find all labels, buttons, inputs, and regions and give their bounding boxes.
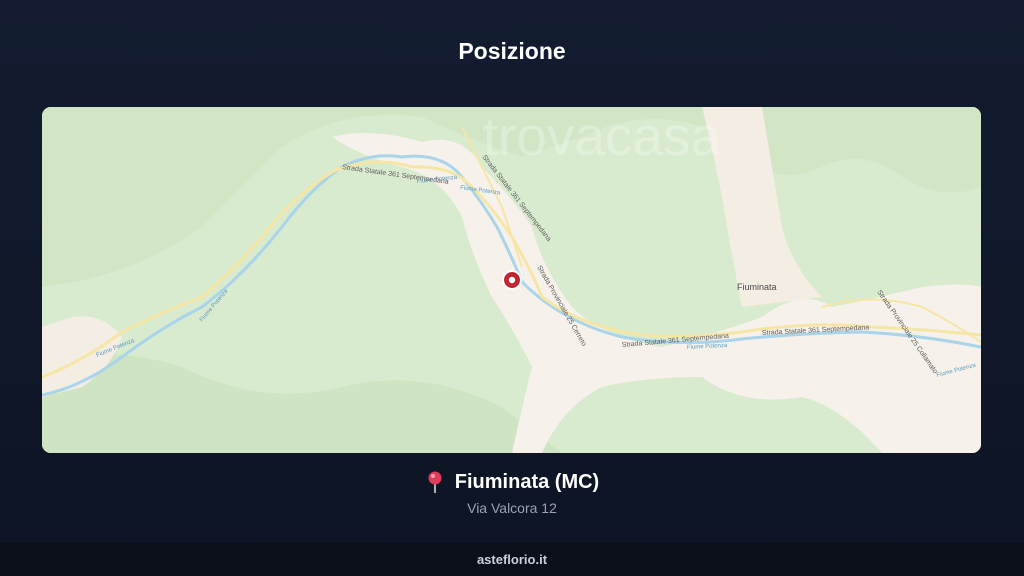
map-view[interactable]: trovacasa Fiuminata Strada Statale 361 S… [42, 107, 981, 453]
location-name: Fiuminata (MC) [454, 470, 600, 493]
town-label: Fiuminata [737, 282, 777, 292]
location-address: Via Valcora 12 [467, 500, 557, 516]
map-watermark: trovacasa [483, 107, 722, 167]
footer-bar: asteflorio.it [0, 543, 1024, 576]
page-title: Posizione [458, 38, 566, 64]
location-row: Fiuminata (MC) [0, 470, 1024, 494]
footer-brand[interactable]: asteflorio.it [477, 552, 547, 567]
pin-icon [425, 470, 445, 494]
location-marker-icon[interactable] [502, 270, 522, 290]
map-canvas[interactable]: trovacasa Fiuminata Strada Statale 361 S… [42, 107, 981, 453]
